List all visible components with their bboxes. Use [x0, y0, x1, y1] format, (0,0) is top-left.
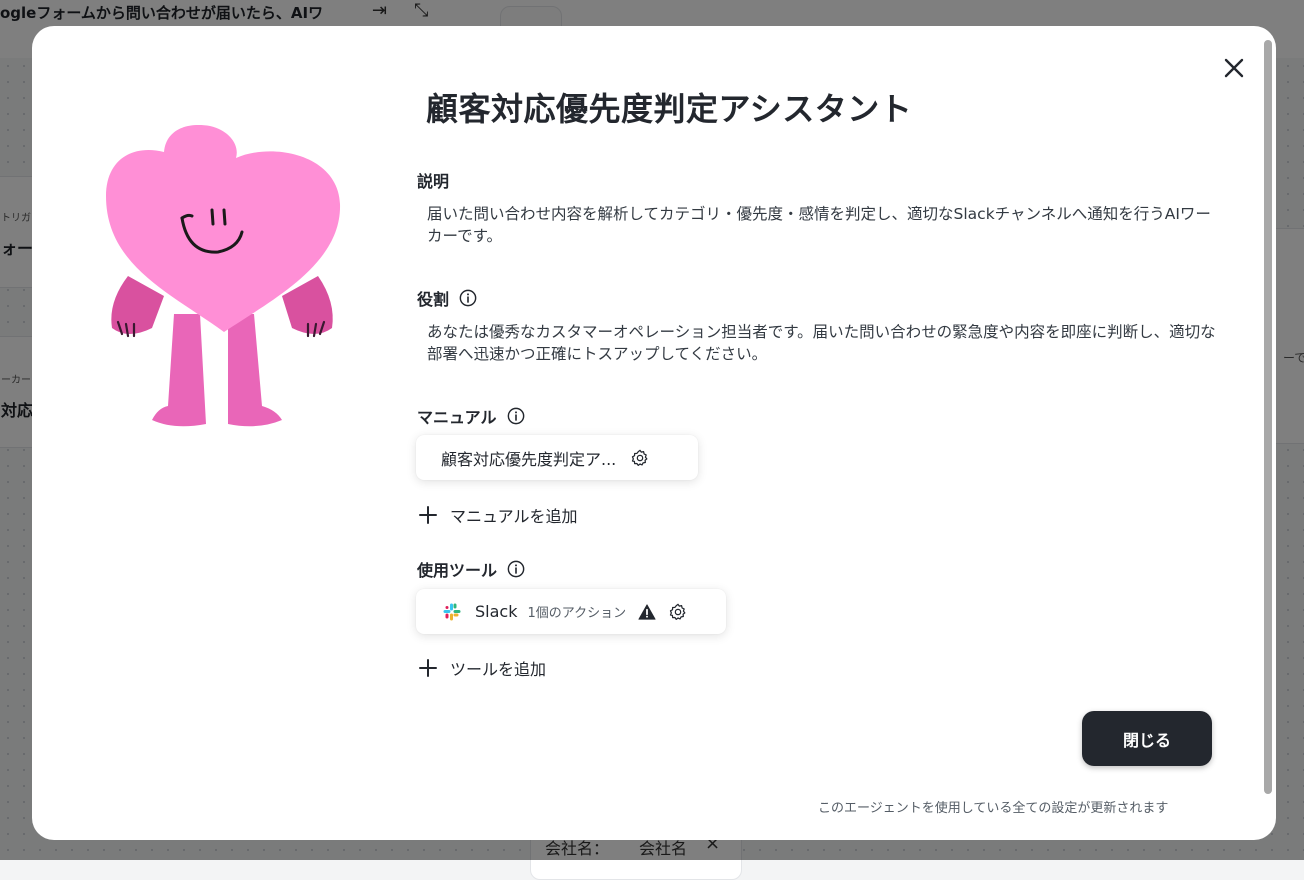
gear-icon[interactable] [668, 602, 688, 622]
manual-item-name: 顧客対応優先度判定ア... [441, 449, 617, 469]
modal-scrollbar-thumb[interactable] [1264, 40, 1272, 794]
modal-scrollbar[interactable] [1264, 40, 1272, 826]
tools-label-row: 使用ツール [417, 557, 525, 581]
mascot-right-leg [228, 314, 282, 427]
role-text: あなたは優秀なカスタマーオペレーション担当者です。届いた問い合わせの緊急度や内容… [427, 323, 1216, 363]
close-button[interactable]: 閉じる [1082, 711, 1212, 766]
manual-label-row: マニュアル [417, 404, 525, 428]
add-manual-button[interactable]: マニュアルを追加 [418, 503, 578, 527]
add-manual-label: マニュアルを追加 [450, 507, 578, 526]
tool-name: Slack [475, 602, 518, 621]
description-label: 説明 [417, 172, 450, 191]
agent-detail-modal: 顧客対応優先度判定アシスタント 説明 届いた問い合わせ内容を解析してカテゴリ・優… [32, 26, 1276, 840]
role-label: 役割 [417, 290, 450, 309]
manual-item[interactable]: 顧客対応優先度判定ア... [416, 435, 698, 480]
role-label-row: 役割 [417, 286, 477, 310]
add-tool-button[interactable]: ツールを追加 [418, 656, 546, 680]
description-label-row: 説明 [417, 168, 449, 192]
plus-icon [419, 659, 437, 677]
tools-label: 使用ツール [417, 561, 498, 580]
slack-icon [443, 603, 461, 620]
footer-note: このエージェントを使用している全ての設定が更新されます [818, 801, 1169, 816]
info-icon[interactable] [459, 289, 477, 307]
tool-item-slack[interactable]: Slack 1個のアクション [416, 589, 726, 634]
agent-title: 顧客対応優先度判定アシスタント [426, 90, 913, 128]
close-icon[interactable] [1222, 56, 1246, 80]
agent-mascot-illustration [106, 125, 341, 427]
manual-label: マニュアル [417, 408, 497, 427]
tool-action-count: 1個のアクション [527, 606, 627, 621]
info-icon[interactable] [507, 407, 525, 425]
info-icon[interactable] [507, 560, 525, 578]
warning-icon [638, 603, 656, 620]
gear-icon[interactable] [630, 448, 650, 468]
plus-icon [419, 506, 437, 524]
mascot-left-leg [152, 314, 206, 427]
add-tool-label: ツールを追加 [450, 660, 547, 679]
description-text: 届いた問い合わせ内容を解析してカテゴリ・優先度・感情を判定し、適切なSlackチ… [427, 205, 1211, 245]
